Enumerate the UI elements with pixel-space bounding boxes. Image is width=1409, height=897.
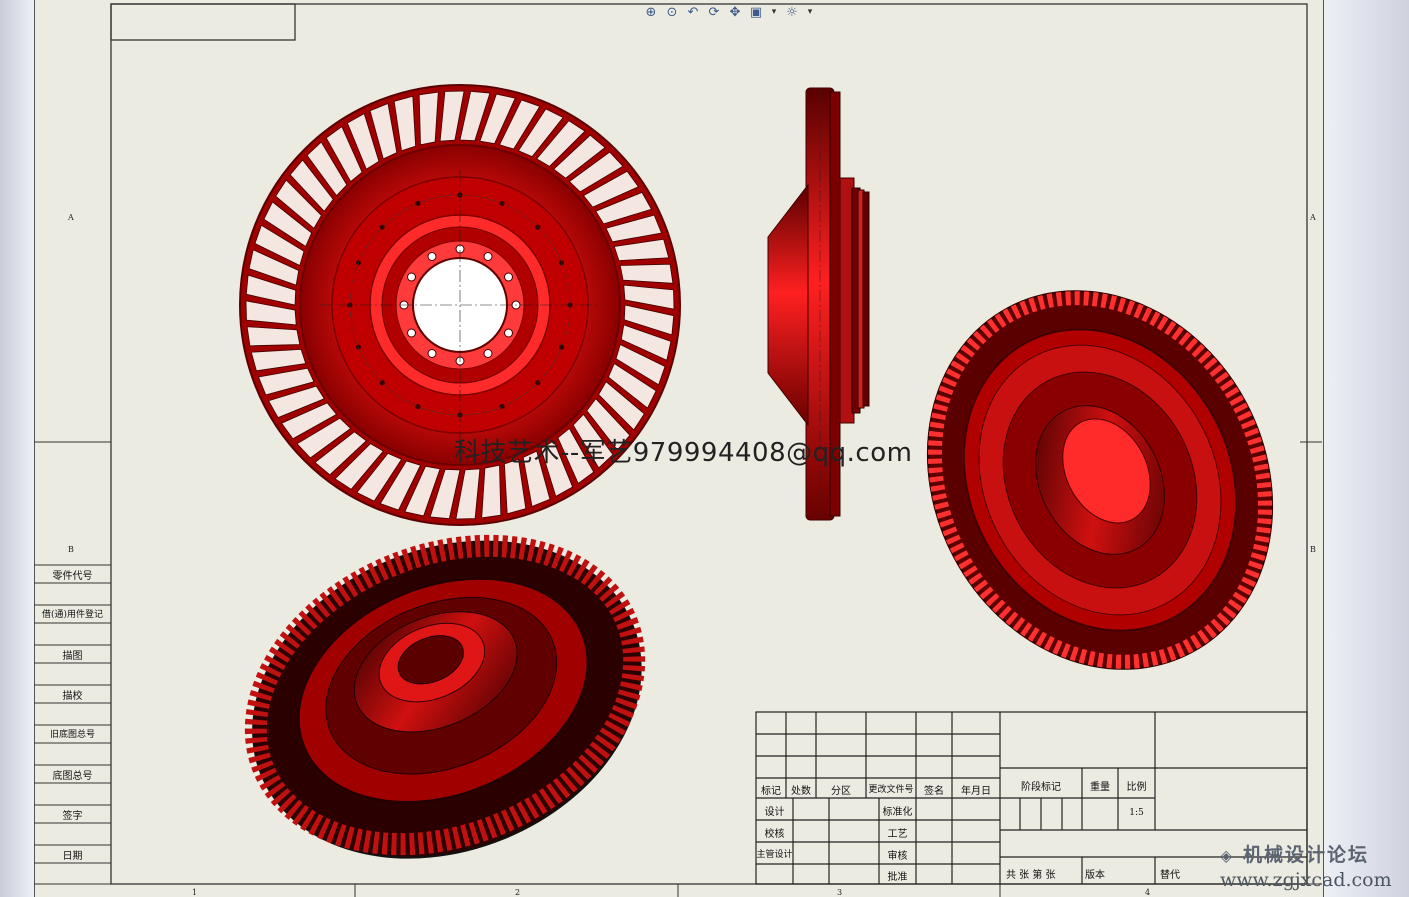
tb-header-sign: 签名 — [924, 786, 944, 797]
bolt-hole — [407, 272, 416, 282]
previous-view-icon[interactable]: ↶ — [684, 3, 702, 21]
tb-header-count: 处数 — [791, 786, 811, 797]
side-label-date: 日期 — [62, 851, 83, 862]
zone-label-right-a: A — [1310, 213, 1316, 222]
tb-header-zone: 分区 — [831, 786, 851, 797]
bolt-hole — [427, 349, 437, 358]
side-label-signature: 签字 — [62, 811, 83, 822]
logo-url: www.zgjxcad.com — [1220, 869, 1392, 891]
tb-label-stage-mark: 阶段标记 — [1021, 782, 1061, 793]
watermark-text: 科技艺术--军艺979994408@qq.com — [454, 438, 913, 468]
blade-gap — [418, 91, 439, 146]
display-style-dropdown-icon[interactable]: ▾ — [768, 3, 780, 21]
side-label-old-master-no: 旧底图总号 — [49, 730, 95, 740]
tb-label-checker: 校核 — [764, 829, 785, 840]
tb-label-chief-designer: 主管设计 — [756, 850, 793, 860]
view-toolbar: ⊕ ⊙ ↶ ⟳ ✥ ▣ ▾ ☼ ▾ — [642, 2, 816, 22]
pin-hole — [559, 260, 565, 266]
tb-header-date: 年月日 — [961, 786, 991, 797]
display-style-icon[interactable]: ▣ — [747, 3, 765, 21]
zone-label-bottom-1: 1 — [192, 888, 198, 897]
top-left-box — [110, 3, 296, 41]
pin-hole — [559, 344, 565, 350]
bolt-hole — [504, 328, 513, 338]
logo-diamond-icon: ◈ — [1220, 846, 1235, 865]
zone-label-left-a: A — [68, 213, 74, 222]
side-label-tracing: 描图 — [62, 651, 83, 662]
blade-gap — [246, 326, 301, 347]
logo-title: 机械设计论坛 — [1242, 844, 1369, 866]
bolt-hole — [483, 252, 493, 261]
zone-label-bottom-3: 3 — [837, 888, 843, 897]
pin-hole — [415, 404, 421, 410]
tb-label-standardization: 标准化 — [882, 807, 913, 818]
side-label-part-code: 零件代号 — [52, 571, 93, 582]
tb-label-review: 审核 — [887, 851, 908, 862]
rotate-view-icon[interactable]: ⟳ — [705, 3, 723, 21]
bolt-hole — [427, 252, 437, 261]
bolt-hole — [407, 328, 416, 338]
hide-show-items-icon[interactable]: ☼ — [783, 3, 801, 21]
tb-label-process: 工艺 — [887, 829, 908, 840]
zoom-to-area-icon[interactable]: ⊙ — [663, 3, 681, 21]
zone-label-bottom-4: 4 — [1145, 888, 1151, 897]
tb-label-replace: 替代 — [1160, 870, 1180, 881]
tb-label-sheets: 共 张 第 张 — [1006, 870, 1056, 881]
pan-view-icon[interactable]: ✥ — [726, 3, 744, 21]
blade-gap — [619, 263, 674, 284]
forum-logo: ◈ 机械设计论坛 www.zgjxcad.com — [1220, 840, 1392, 891]
tb-label-weight: 重量 — [1090, 782, 1110, 793]
side-label-borrowed-register: 借(通)用件登记 — [41, 610, 104, 620]
hide-show-dropdown-icon[interactable]: ▾ — [804, 3, 816, 21]
zoom-to-fit-icon[interactable]: ⊕ — [642, 3, 660, 21]
turbine-disk-iso-view-left[interactable] — [205, 486, 688, 897]
side-label-master-no: 底图总号 — [52, 771, 93, 782]
tb-header-change-doc: 更改文件号 — [868, 785, 914, 795]
tb-label-scale: 比例 — [1126, 782, 1147, 793]
pin-hole — [415, 200, 421, 206]
tb-label-approve: 批准 — [887, 872, 908, 883]
side-label-tracing-check: 描校 — [62, 691, 83, 702]
tb-label-version: 版本 — [1085, 870, 1105, 881]
zone-label-bottom-2: 2 — [515, 888, 521, 897]
turbine-disk-iso-view-right[interactable] — [863, 230, 1337, 729]
zone-label-right-b: B — [1310, 545, 1316, 554]
tb-label-designer: 设计 — [764, 807, 785, 818]
blade-gap — [481, 464, 502, 519]
bolt-hole — [483, 349, 493, 358]
bolt-hole — [504, 272, 513, 282]
tb-header-mark: 标记 — [761, 786, 781, 797]
tb-value-scale[interactable]: 1:5 — [1118, 808, 1155, 818]
zone-label-left-b: B — [68, 545, 74, 554]
